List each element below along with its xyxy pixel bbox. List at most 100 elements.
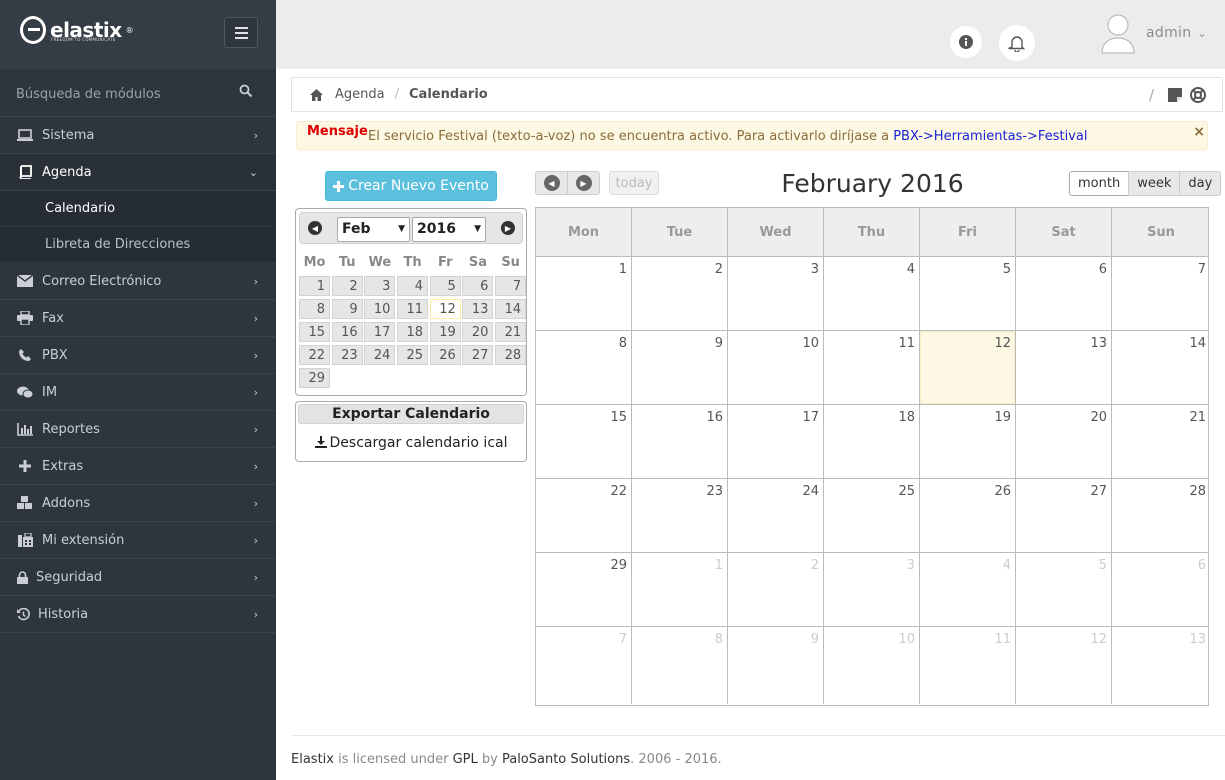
calendar-next-button[interactable]: ▶ xyxy=(567,171,600,195)
module-search-input[interactable] xyxy=(16,87,236,102)
mini-day[interactable]: 5 xyxy=(429,276,461,296)
calendar-day[interactable]: 28 xyxy=(1112,479,1210,552)
calendar-day-other-month[interactable]: 3 xyxy=(824,553,920,626)
sidebar-item-extras[interactable]: Extras › xyxy=(0,448,276,485)
sidebar-item-reportes[interactable]: Reportes › xyxy=(0,411,276,448)
footer-license-link[interactable]: GPL xyxy=(453,752,478,767)
mini-day[interactable]: 11 xyxy=(397,299,429,319)
sidebar-item-sistema[interactable]: Sistema › xyxy=(0,117,276,154)
sticky-note-icon[interactable] xyxy=(1168,88,1182,102)
calendar-day[interactable]: 9 xyxy=(632,331,728,404)
calendar-day[interactable]: 24 xyxy=(728,479,824,552)
calendar-day[interactable]: 14 xyxy=(1112,331,1210,404)
sidebar-item-seguridad[interactable]: Seguridad › xyxy=(0,559,276,596)
mini-day[interactable]: 22 xyxy=(299,345,330,365)
mini-day[interactable]: 10 xyxy=(364,299,396,319)
sidebar-item-historia[interactable]: Historia › xyxy=(0,596,276,633)
footer-company-link[interactable]: PaloSanto Solutions xyxy=(502,752,630,767)
home-icon[interactable] xyxy=(310,88,323,101)
calendar-day-other-month[interactable]: 1 xyxy=(632,553,728,626)
calendar-day[interactable]: 6 xyxy=(1016,257,1112,330)
sidebar-subitem-calendario[interactable]: Calendario xyxy=(0,191,276,227)
mini-day[interactable]: 21 xyxy=(495,322,527,342)
mini-day[interactable]: 4 xyxy=(397,276,429,296)
calendar-day[interactable]: 4 xyxy=(824,257,920,330)
sidebar-item-im[interactable]: IM › xyxy=(0,374,276,411)
calendar-day[interactable]: 13 xyxy=(1016,331,1112,404)
alert-close-button[interactable]: × xyxy=(1193,124,1205,140)
mini-day[interactable]: 19 xyxy=(429,322,461,342)
calendar-today-button[interactable]: today xyxy=(609,171,659,195)
mini-day[interactable]: 15 xyxy=(299,322,330,342)
calendar-prev-button[interactable]: ◀ xyxy=(535,171,568,195)
calendar-day[interactable]: 26 xyxy=(920,479,1016,552)
mini-day[interactable]: 14 xyxy=(495,299,527,319)
calendar-day-today[interactable]: 12 xyxy=(920,331,1016,404)
calendar-day[interactable]: 16 xyxy=(632,405,728,478)
calendar-day-other-month[interactable]: 4 xyxy=(920,553,1016,626)
mini-day[interactable]: 17 xyxy=(364,322,396,342)
view-month-button[interactable]: month xyxy=(1069,171,1130,196)
mini-day[interactable]: 28 xyxy=(495,345,527,365)
view-week-button[interactable]: week xyxy=(1128,171,1181,196)
calendar-day-other-month[interactable]: 9 xyxy=(728,627,824,704)
calendar-day[interactable]: 2 xyxy=(632,257,728,330)
calendar-day[interactable]: 20 xyxy=(1016,405,1112,478)
help-lifebuoy-icon[interactable] xyxy=(1190,87,1206,103)
mini-day[interactable]: 18 xyxy=(397,322,429,342)
mini-day[interactable]: 13 xyxy=(462,299,494,319)
footer-product-link[interactable]: Elastix xyxy=(291,752,334,767)
sidebar-item-agenda[interactable]: Agenda ⌄ xyxy=(0,154,276,191)
calendar-day[interactable]: 10 xyxy=(728,331,824,404)
calendar-day-other-month[interactable]: 13 xyxy=(1112,627,1210,704)
calendar-day-other-month[interactable]: 2 xyxy=(728,553,824,626)
mini-month-select[interactable]: Feb ▼ xyxy=(337,217,410,242)
elastix-logo[interactable]: elastix ® FREEDOM TO COMMUNICATE xyxy=(20,16,134,44)
calendar-day[interactable]: 23 xyxy=(632,479,728,552)
mini-year-select[interactable]: 2016 ▼ xyxy=(412,217,486,242)
mini-day[interactable]: 26 xyxy=(429,345,461,365)
notifications-button[interactable] xyxy=(999,25,1035,61)
calendar-day[interactable]: 17 xyxy=(728,405,824,478)
mini-day[interactable]: 29 xyxy=(299,368,330,388)
calendar-day[interactable]: 19 xyxy=(920,405,1016,478)
create-event-button[interactable]: Crear Nuevo Evento xyxy=(325,171,497,201)
calendar-day[interactable]: 25 xyxy=(824,479,920,552)
sidebar-subitem-libreta[interactable]: Libreta de Direcciones xyxy=(0,227,276,263)
mini-day[interactable]: 2 xyxy=(331,276,363,296)
mini-day[interactable]: 7 xyxy=(495,276,527,296)
calendar-day[interactable]: 27 xyxy=(1016,479,1112,552)
mini-day[interactable]: 23 xyxy=(331,345,363,365)
calendar-day[interactable]: 7 xyxy=(1112,257,1210,330)
calendar-day[interactable]: 22 xyxy=(536,479,632,552)
calendar-day[interactable]: 1 xyxy=(536,257,632,330)
calendar-day[interactable]: 21 xyxy=(1112,405,1210,478)
mini-day[interactable]: 1 xyxy=(299,276,330,296)
calendar-day-other-month[interactable]: 12 xyxy=(1016,627,1112,704)
search-icon[interactable] xyxy=(239,84,253,98)
sidebar-item-pbx[interactable]: PBX › xyxy=(0,337,276,374)
sidebar-item-mi-extension[interactable]: Mi extensión › xyxy=(0,522,276,559)
hamburger-menu-button[interactable] xyxy=(224,17,258,48)
mini-day[interactable]: 9 xyxy=(331,299,363,319)
calendar-day[interactable]: 3 xyxy=(728,257,824,330)
info-button[interactable] xyxy=(950,26,982,58)
calendar-day[interactable]: 8 xyxy=(536,331,632,404)
mini-day[interactable]: 8 xyxy=(299,299,330,319)
mini-day[interactable]: 12 xyxy=(429,299,461,319)
calendar-day-other-month[interactable]: 8 xyxy=(632,627,728,704)
calendar-day[interactable]: 18 xyxy=(824,405,920,478)
user-menu[interactable]: admin ⌄ xyxy=(1100,12,1207,54)
view-day-button[interactable]: day xyxy=(1179,171,1222,196)
sidebar-item-fax[interactable]: Fax › xyxy=(0,300,276,337)
mini-next-month-button[interactable]: ▶ xyxy=(501,221,515,235)
alert-festival-link[interactable]: PBX->Herramientas->Festival xyxy=(893,129,1087,144)
breadcrumb-parent[interactable]: Agenda xyxy=(335,87,385,102)
calendar-day-other-month[interactable]: 10 xyxy=(824,627,920,704)
calendar-day-other-month[interactable]: 11 xyxy=(920,627,1016,704)
calendar-day[interactable]: 15 xyxy=(536,405,632,478)
mini-day[interactable]: 3 xyxy=(364,276,396,296)
calendar-day-other-month[interactable]: 6 xyxy=(1112,553,1210,626)
sidebar-item-correo[interactable]: Correo Electrónico › xyxy=(0,263,276,300)
mini-day[interactable]: 16 xyxy=(331,322,363,342)
